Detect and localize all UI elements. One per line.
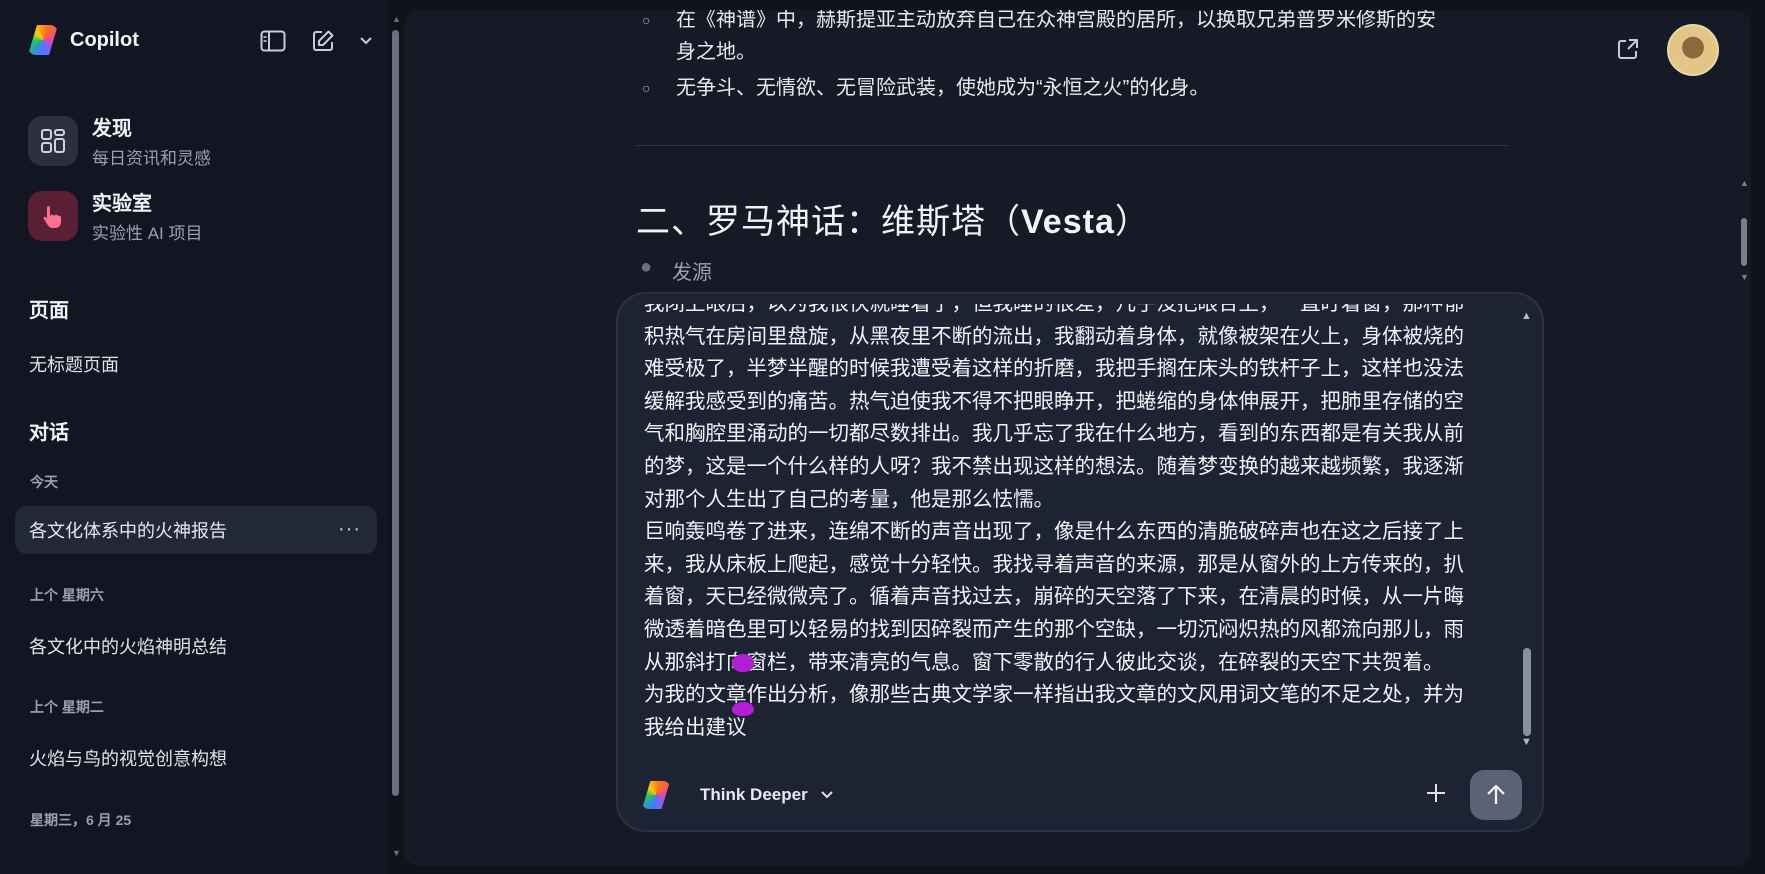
cursor-marker (732, 654, 754, 672)
hollow-bullet-icon: ○ (642, 12, 651, 28)
composer-scrollbar[interactable]: ▲ ▼ (1520, 310, 1534, 748)
composer-toolbar: Think Deeper (642, 770, 1522, 820)
labs-subtitle: 实验性 AI 项目 (92, 224, 203, 243)
sidebar: Copilot 发现 每日资讯和灵感 实验室 实验性 AI 项目 页面 无标题页… (0, 0, 388, 874)
toggle-sidebar-icon[interactable] (258, 26, 288, 56)
list-item: ○ 在《神谱》中，赫斯提亚主动放弃自己在众神宫殿的居所，以换取兄弟普罗米修斯的安 (642, 10, 1436, 36)
hollow-bullet-icon: ○ (642, 80, 651, 96)
chevron-down-icon[interactable] (358, 26, 374, 56)
nav-labs[interactable]: 实验室 实验性 AI 项目 (28, 187, 203, 244)
conversation-item[interactable]: 火焰与鸟的视觉创意构想 (29, 745, 227, 771)
scroll-down-icon[interactable]: ▼ (392, 848, 401, 858)
section-heading: 二、罗马神话：维斯塔（Vesta） (636, 203, 1150, 241)
sidebar-toolbar (258, 26, 374, 56)
composer-line: 气和胸腔里涌动的一切都尽数排出。我几乎忘了我在什么地方，看到的东西都是有关我从前 (644, 422, 1464, 446)
labs-title: 实验室 (92, 193, 152, 215)
composer-line: 难受极了，半梦半醒的时候我遭受着这样的折磨，我把手搁在床头的铁杆子上，这样也没法 (644, 357, 1464, 381)
nav-discover[interactable]: 发现 每日资讯和灵感 (28, 112, 211, 169)
group-label-wednesday: 星期三，6 月 25 (30, 812, 132, 828)
main-scroll-thumb[interactable] (1741, 218, 1747, 266)
brand[interactable]: Copilot (28, 22, 139, 58)
copilot-app: Copilot 发现 每日资讯和灵感 实验室 实验性 AI 项目 页面 无标题页… (0, 0, 1765, 874)
list-item-continuation: 身之地。 (676, 41, 756, 63)
composer-line: 巨响轰鸣卷了进来，连绵不断的声音出现了，像是什么东西的清脆破碎声也在这之后接了上 (644, 520, 1464, 544)
composer-scroll-thumb[interactable] (1523, 648, 1531, 736)
mode-selector[interactable]: Think Deeper (700, 785, 834, 805)
message-input[interactable]: 我闭上眼后，以为我很快就睡着了，但我睡的很差，几乎没把眼合上，一直盯着窗，那种郁… (644, 304, 1494, 740)
message-composer[interactable]: 我闭上眼后，以为我很快就睡着了，但我睡的很差，几乎没把眼合上，一直盯着窗，那种郁… (616, 292, 1544, 832)
composer-line: 着窗，天已经微微亮了。循着声音找过去，崩碎的天空落了下来，在清晨的时候，从一片晦 (644, 585, 1464, 609)
conversations-heading: 对话 (29, 422, 69, 444)
new-chat-icon[interactable] (308, 26, 338, 56)
copilot-logo-icon (28, 25, 58, 55)
labs-icon (28, 190, 78, 241)
composer-line: 我给出建议 (644, 715, 747, 739)
scroll-up-icon[interactable]: ▲ (1521, 310, 1532, 322)
conversation-title: 各文化体系中的火神报告 (29, 521, 227, 541)
list-item: ○ 无争斗、无情欲、无冒险武装，使她成为“永恒之火”的化身。 (642, 72, 1209, 104)
composer-line: 为我的文章作出分析，像那些古典文学家一样指出我文章的文风用词文笔的不足之处，并为 (644, 683, 1464, 707)
arrow-up-icon (1487, 784, 1505, 804)
divider (636, 145, 1508, 146)
pages-heading: 页面 (29, 300, 69, 322)
composer-line: 从那斜打向窗栏，带来清亮的气息。窗下零散的行人彼此交谈，在碎裂的天空下共贺着。 (644, 650, 1444, 674)
composer-line: 积热气在房间里盘旋，从黑夜里不断的流出，我翻动着身体，就像被架在火上，身体被烧的 (644, 324, 1464, 348)
conversation-item[interactable]: 各文化中的火焰神明总结 (29, 633, 227, 659)
mode-label: Think Deeper (700, 785, 808, 804)
conversation-item-active[interactable]: 各文化体系中的火神报告 ··· (15, 506, 377, 554)
composer-line: 的梦，这是一个什么样的人呀？我不禁出现这样的想法。随着梦变换的越来越频繁，我逐渐 (644, 454, 1464, 478)
copilot-logo-icon (642, 781, 670, 809)
discover-title: 发现 (92, 118, 132, 140)
group-label-saturday: 上个 星期六 (30, 587, 104, 603)
scroll-up-icon[interactable]: ▲ (392, 14, 401, 24)
list-item: ● 发源 (640, 256, 712, 284)
scroll-down-icon[interactable]: ▼ (1521, 736, 1532, 748)
chevron-down-icon (820, 791, 833, 799)
page-item[interactable]: 无标题页面 (29, 351, 119, 377)
app-title: Copilot (70, 28, 139, 51)
send-button[interactable] (1470, 770, 1522, 820)
group-label-tuesday: 上个 星期二 (30, 699, 104, 715)
scroll-up-icon[interactable]: ▲ (1740, 178, 1749, 188)
composer-line: 微透着暗色里可以轻易的找到因碎裂而产生的那个空缺，一切沉闷炽热的风都流向那儿，雨 (644, 617, 1464, 641)
scroll-down-icon[interactable]: ▼ (1740, 272, 1749, 282)
share-icon[interactable] (1615, 36, 1641, 67)
composer-line: 来，我从床板上爬起，感觉十分轻快。我找寻着声音的来源，那是从窗外的上方传来的，扒 (644, 552, 1464, 576)
composer-line: 我闭上眼后，以为我很快就睡着了，但我睡的很差，几乎没把眼合上，一直盯着窗，那种郁 (644, 304, 1494, 321)
sidebar-scroll-thumb[interactable] (392, 30, 399, 796)
discover-icon (28, 115, 78, 166)
chat-main: ○ 在《神谱》中，赫斯提亚主动放弃自己在众神宫殿的居所，以换取兄弟普罗米修斯的安 … (404, 10, 1751, 866)
main-scrollbar[interactable]: ▲ ▼ (1737, 10, 1751, 866)
group-label-today: 今天 (30, 474, 58, 490)
more-options-icon[interactable]: ··· (338, 518, 361, 541)
cursor-marker (732, 702, 754, 716)
composer-line: 对那个人生出了自己的考量，他是那么怯懦。 (644, 487, 1054, 511)
discover-subtitle: 每日资讯和灵感 (92, 149, 211, 168)
user-avatar[interactable] (1667, 24, 1719, 76)
composer-line: 缓解我感受到的痛苦。热气迫使我不得不把眼睁开，把蜷缩的身体伸展开，把肺里存储的空 (644, 389, 1464, 413)
add-attachment-icon[interactable] (1424, 776, 1448, 813)
bullet-icon: ● (640, 256, 653, 278)
